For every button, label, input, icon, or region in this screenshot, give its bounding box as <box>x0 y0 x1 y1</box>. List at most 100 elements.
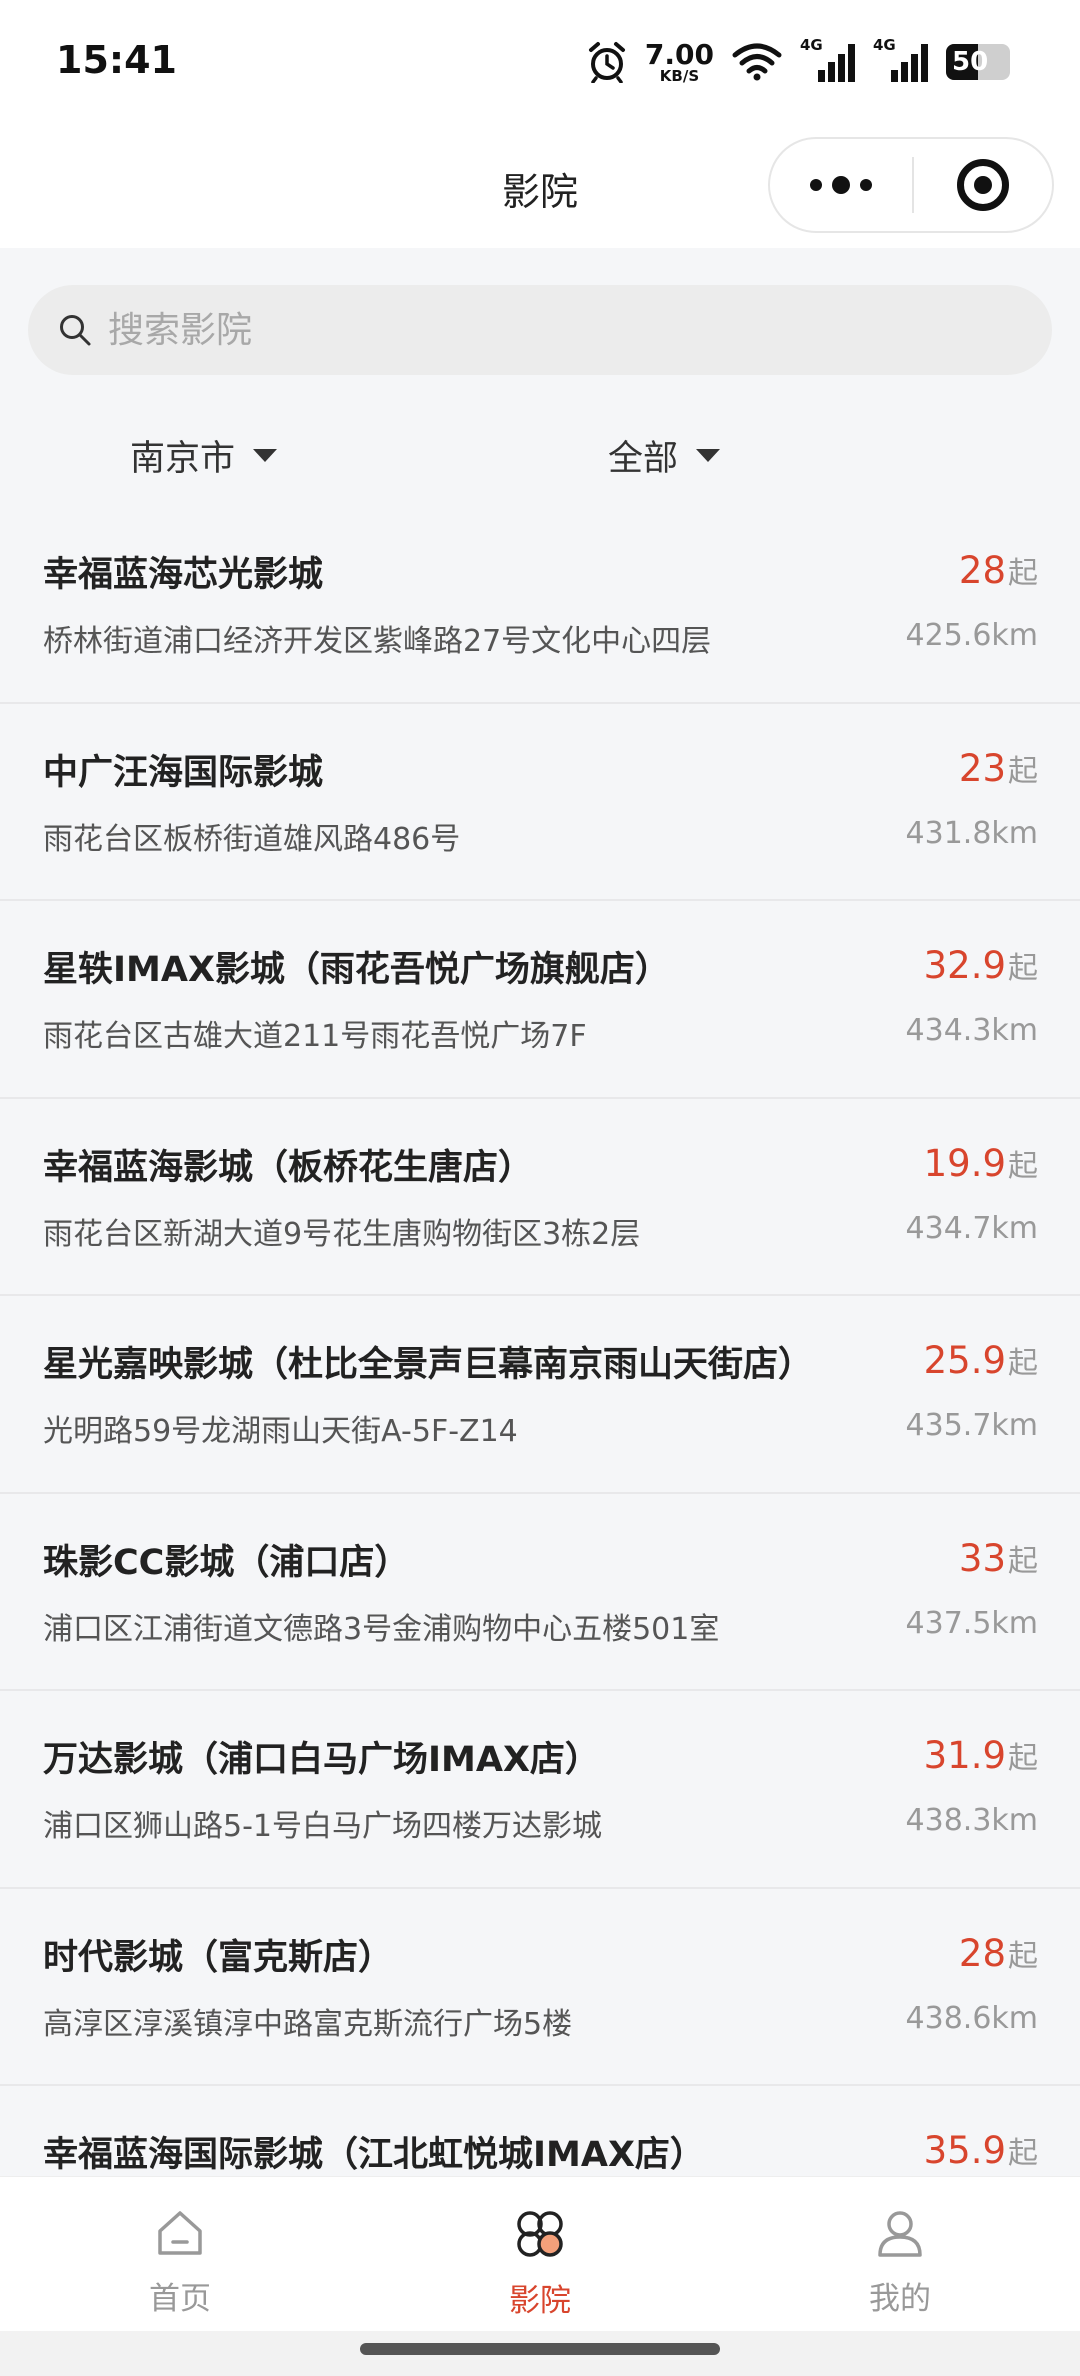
cinema-item[interactable]: 星轶IMAX影城（雨花吾悦广场旗舰店） 雨花台区古雄大道211号雨花吾悦广场7F… <box>0 901 1080 1099</box>
price-suffix: 起 <box>1008 951 1038 986</box>
dropdown-caret-icon <box>253 449 278 462</box>
price-suffix: 起 <box>1008 556 1038 591</box>
cinema-name: 星轶IMAX影城（雨花吾悦广场旗舰店） <box>43 950 670 990</box>
cinema-item[interactable]: 时代影城（富克斯店） 高淳区淳溪镇淳中路富克斯流行广场5楼 28 起 438.6k… <box>0 1889 1080 2086</box>
price-suffix: 起 <box>1008 1938 1038 1974</box>
signal-label: 4G <box>873 36 896 54</box>
status-time: 15:41 <box>56 38 177 82</box>
city-filter-label: 南京市 <box>130 439 236 479</box>
search-icon <box>60 315 91 346</box>
tab-cinema-label: 影院 <box>509 2283 571 2319</box>
price-value: 35.9 <box>923 2129 1006 2172</box>
cinema-price: 28 起 <box>959 548 1038 592</box>
cinema-address: 雨花台区古雄大道211号雨花吾悦广场7F <box>43 1019 587 1054</box>
more-icon <box>810 179 822 191</box>
cinema-price: 33 起 <box>959 1536 1038 1580</box>
status-bar: 15:41 7.00 KB/S 4G 4G 50 <box>0 0 1080 125</box>
user-icon <box>878 2211 922 2257</box>
close-miniprogram-button[interactable] <box>914 159 1052 211</box>
cinema-item[interactable]: 幸福蓝海国际影城（江北虹悦城IMAX店） 35.9 起 <box>0 2086 1080 2176</box>
battery-icon: 50 <box>946 44 1010 80</box>
cinema-item[interactable]: 中广汪海国际影城 雨花台区板桥街道雄风路486号 23 起 431.8km <box>0 704 1080 901</box>
price-suffix: 起 <box>1008 1346 1038 1381</box>
network-speed: 7.00 KB/S <box>644 37 714 85</box>
cinema-address: 高淳区淳溪镇淳中路富克斯流行广场5楼 <box>43 2006 573 2042</box>
cinema-distance: 437.5km <box>905 1605 1038 1641</box>
cinema-price: 19.9 起 <box>924 1141 1038 1185</box>
home-indicator[interactable] <box>360 2343 720 2355</box>
cinema-name: 珠影CC影城（浦口店） <box>43 1542 410 1583</box>
price-value: 23 <box>958 746 1006 790</box>
tab-bar: 首页 影院 我的 <box>0 2176 1080 2331</box>
cinema-price: 28 起 <box>959 1931 1038 1975</box>
cinema-distance: 435.7km <box>905 1408 1038 1443</box>
price-value: 33 <box>958 1536 1006 1580</box>
cinema-name: 幸福蓝海芯光影城 <box>43 555 324 595</box>
tab-cinema[interactable]: 影院 <box>360 2177 720 2331</box>
city-filter[interactable]: 南京市 <box>130 430 278 481</box>
cinema-price: 31.9 起 <box>924 1733 1038 1777</box>
cinema-distance: 431.8km <box>905 815 1038 851</box>
price-value: 19.9 <box>923 1141 1006 1185</box>
home-icon <box>158 2211 202 2255</box>
tab-home-label: 首页 <box>149 2281 211 2317</box>
cinema-name: 星光嘉映影城（杜比全景声巨幕南京雨山天街店） <box>43 1345 814 1385</box>
network-speed-value: 7.00 <box>644 37 714 71</box>
cinema-name: 中广汪海国际影城 <box>43 752 324 793</box>
nav-bar: 影院 <box>0 125 1080 248</box>
type-filter-label: 全部 <box>608 439 679 479</box>
dropdown-caret-icon <box>696 449 721 462</box>
cinema-address: 雨花台区板桥街道雄风路486号 <box>43 821 461 857</box>
price-suffix: 起 <box>1008 1148 1038 1184</box>
cinema-distance: 438.3km <box>905 1803 1038 1838</box>
cinema-price: 25.9 起 <box>924 1338 1038 1382</box>
price-suffix: 起 <box>1008 1741 1038 1776</box>
gesture-bar <box>0 2331 1080 2376</box>
search-input[interactable] <box>108 309 1008 351</box>
cinema-item[interactable]: 星光嘉映影城（杜比全景声巨幕南京雨山天街店） 光明路59号龙湖雨山天街A-5F-… <box>0 1296 1080 1494</box>
cinema-address: 浦口区狮山路5-1号白马广场四楼万达影城 <box>43 1809 602 1844</box>
signal-label: 4G <box>800 36 823 54</box>
target-icon <box>957 159 1009 211</box>
tab-profile-label: 我的 <box>869 2281 931 2317</box>
cinema-distance: 434.3km <box>905 1013 1038 1048</box>
cinema-distance: 425.6km <box>905 618 1038 653</box>
cinema-name: 时代影城（富克斯店） <box>43 1937 394 1978</box>
price-value: 28 <box>958 549 1006 592</box>
cinema-item[interactable]: 万达影城（浦口白马广场IMAX店） 浦口区狮山路5-1号白马广场四楼万达影城 3… <box>0 1691 1080 1889</box>
cinema-item[interactable]: 幸福蓝海影城（板桥花生唐店） 雨花台区新湖大道9号花生唐购物街区3栋2层 19.… <box>0 1099 1080 1296</box>
cinema-price: 23 起 <box>959 746 1038 790</box>
price-value: 32.9 <box>923 944 1006 987</box>
price-suffix: 起 <box>1008 1543 1038 1579</box>
cinema-list: 幸福蓝海芯光影城 桥林街道浦口经济开发区紫峰路27号文化中心四层 28 起 425… <box>0 506 1080 2176</box>
cinema-name: 幸福蓝海影城（板桥花生唐店） <box>43 1147 534 1188</box>
cinema-item[interactable]: 珠影CC影城（浦口店） 浦口区江浦街道文德路3号金浦购物中心五楼501室 33 起… <box>0 1494 1080 1691</box>
cinema-distance: 438.6km <box>905 2000 1038 2036</box>
signal-icon: 4G <box>873 36 928 82</box>
cinema-price: 35.9 起 <box>924 2128 1038 2172</box>
status-icons: 7.00 KB/S 4G 4G 50 <box>587 36 1010 86</box>
cinema-price: 32.9 起 <box>924 943 1038 987</box>
more-button[interactable] <box>770 176 912 194</box>
price-suffix: 起 <box>1008 2136 1038 2171</box>
cinema-name: 万达影城（浦口白马广场IMAX店） <box>43 1740 600 1780</box>
miniprogram-capsule <box>768 137 1054 233</box>
signal-icon: 4G <box>800 36 855 82</box>
cinema-address: 光明路59号龙湖雨山天街A-5F-Z14 <box>43 1414 518 1449</box>
price-value: 28 <box>958 1931 1006 1975</box>
tab-home[interactable]: 首页 <box>0 2177 360 2331</box>
network-speed-unit: KB/S <box>659 66 700 85</box>
cinema-icon <box>517 2211 563 2257</box>
cinema-address: 桥林街道浦口经济开发区紫峰路27号文化中心四层 <box>43 624 712 659</box>
type-filter[interactable]: 全部 <box>608 430 721 481</box>
cinema-name: 幸福蓝海国际影城（江北虹悦城IMAX店） <box>43 2135 705 2175</box>
alarm-icon <box>588 42 625 83</box>
cinema-distance: 434.7km <box>905 1210 1038 1246</box>
cinema-item[interactable]: 幸福蓝海芯光影城 桥林街道浦口经济开发区紫峰路27号文化中心四层 28 起 425… <box>0 506 1080 704</box>
filter-bar: 南京市 全部 <box>0 410 1080 500</box>
wifi-icon <box>732 43 782 81</box>
search-bar[interactable] <box>28 285 1052 375</box>
cinema-address: 浦口区江浦街道文德路3号金浦购物中心五楼501室 <box>43 1611 720 1647</box>
price-value: 25.9 <box>923 1339 1006 1382</box>
tab-profile[interactable]: 我的 <box>720 2177 1080 2331</box>
